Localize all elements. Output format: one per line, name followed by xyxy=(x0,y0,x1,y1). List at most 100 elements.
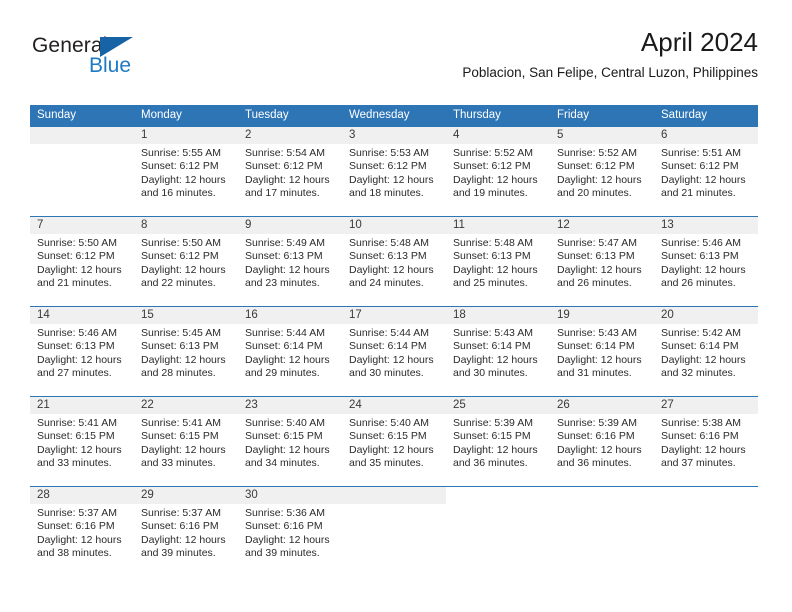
daylight-text: Daylight: 12 hours and 18 minutes. xyxy=(349,173,434,200)
daylight-text: Daylight: 12 hours and 34 minutes. xyxy=(245,443,330,470)
day-cell[interactable]: 4 Sunrise: 5:52 AM Sunset: 6:12 PM Daylight… xyxy=(446,127,550,216)
daylight-text: Daylight: 12 hours and 36 minutes. xyxy=(557,443,642,470)
day-cell[interactable]: 1 Sunrise: 5:55 AM Sunset: 6:12 PM Daylight… xyxy=(134,127,238,216)
day-cell[interactable]: 2 Sunrise: 5:54 AM Sunset: 6:12 PM Daylight… xyxy=(238,127,342,216)
calendar-week-row: 14 Sunrise: 5:46 AM Sunset: 6:13 PM Dayligh… xyxy=(30,306,758,397)
page-subtitle: Poblacion, San Felipe, Central Luzon, Ph… xyxy=(462,65,758,80)
sunrise-text: Sunrise: 5:40 AM xyxy=(349,417,429,429)
sunset-text: Sunset: 6:13 PM xyxy=(349,250,427,263)
day-details: Sunrise: 5:54 AM Sunset: 6:12 PM Daylight:… xyxy=(238,144,342,201)
sunrise-text: Sunrise: 5:44 AM xyxy=(245,327,325,339)
sunrise-text: Sunrise: 5:37 AM xyxy=(141,507,221,519)
calendar-week-row: 1 Sunrise: 5:55 AM Sunset: 6:12 PM Daylight… xyxy=(30,126,758,217)
sunset-text: Sunset: 6:14 PM xyxy=(245,340,323,353)
day-cell[interactable]: 21 Sunrise: 5:41 AM Sunset: 6:15 PM Dayligh… xyxy=(30,397,134,486)
daylight-text: Daylight: 12 hours and 30 minutes. xyxy=(453,353,538,380)
sunrise-text: Sunrise: 5:42 AM xyxy=(661,327,741,339)
general-blue-logo[interactable]: General Blue xyxy=(32,34,162,82)
day-cell-empty xyxy=(654,487,758,576)
calendar-header-row: Sunday Monday Tuesday Wednesday Thursday Frid… xyxy=(30,105,758,127)
sunrise-text: Sunrise: 5:50 AM xyxy=(141,237,221,249)
day-number xyxy=(342,487,446,504)
day-cell[interactable]: 30 Sunrise: 5:36 AM Sunset: 6:16 PM Dayligh… xyxy=(238,487,342,576)
day-cell[interactable]: 15 Sunrise: 5:45 AM Sunset: 6:13 PM Dayligh… xyxy=(134,307,238,396)
sunset-text: Sunset: 6:13 PM xyxy=(453,250,531,263)
day-cell[interactable]: 6 Sunrise: 5:51 AM Sunset: 6:12 PM Daylight… xyxy=(654,127,758,216)
day-cell[interactable]: 25 Sunrise: 5:39 AM Sunset: 6:15 PM Dayligh… xyxy=(446,397,550,486)
sunrise-text: Sunrise: 5:37 AM xyxy=(37,507,117,519)
day-cell[interactable]: 18 Sunrise: 5:43 AM Sunset: 6:14 PM Dayligh… xyxy=(446,307,550,396)
sunset-text: Sunset: 6:16 PM xyxy=(37,520,115,533)
day-details: Sunrise: 5:44 AM Sunset: 6:14 PM Daylight:… xyxy=(238,324,342,381)
day-number: 30 xyxy=(238,487,342,504)
day-cell[interactable]: 9 Sunrise: 5:49 AM Sunset: 6:13 PM Daylight… xyxy=(238,217,342,306)
daylight-text: Daylight: 12 hours and 36 minutes. xyxy=(453,443,538,470)
day-number xyxy=(654,487,758,504)
day-cell[interactable]: 8 Sunrise: 5:50 AM Sunset: 6:12 PM Daylight… xyxy=(134,217,238,306)
daylight-text: Daylight: 12 hours and 30 minutes. xyxy=(349,353,434,380)
sunset-text: Sunset: 6:16 PM xyxy=(245,520,323,533)
day-cell[interactable]: 24 Sunrise: 5:40 AM Sunset: 6:15 PM Dayligh… xyxy=(342,397,446,486)
sunrise-text: Sunrise: 5:52 AM xyxy=(453,147,533,159)
sunrise-text: Sunrise: 5:50 AM xyxy=(37,237,117,249)
sunrise-text: Sunrise: 5:53 AM xyxy=(349,147,429,159)
daylight-text: Daylight: 12 hours and 28 minutes. xyxy=(141,353,226,380)
day-cell[interactable]: 28 Sunrise: 5:37 AM Sunset: 6:16 PM Dayligh… xyxy=(30,487,134,576)
day-number: 19 xyxy=(550,307,654,324)
daylight-text: Daylight: 12 hours and 23 minutes. xyxy=(245,263,330,290)
sunrise-text: Sunrise: 5:44 AM xyxy=(349,327,429,339)
day-cell[interactable]: 16 Sunrise: 5:44 AM Sunset: 6:14 PM Dayligh… xyxy=(238,307,342,396)
day-number: 7 xyxy=(30,217,134,234)
calendar-table: Sunday Monday Tuesday Wednesday Thursday Frid… xyxy=(30,105,758,576)
day-details: Sunrise: 5:45 AM Sunset: 6:13 PM Daylight:… xyxy=(134,324,238,381)
day-cell[interactable]: 19 Sunrise: 5:43 AM Sunset: 6:14 PM Dayligh… xyxy=(550,307,654,396)
day-cell[interactable]: 13 Sunrise: 5:46 AM Sunset: 6:13 PM Dayligh… xyxy=(654,217,758,306)
daylight-text: Daylight: 12 hours and 19 minutes. xyxy=(453,173,538,200)
sunset-text: Sunset: 6:12 PM xyxy=(661,160,739,173)
day-details: Sunrise: 5:48 AM Sunset: 6:13 PM Daylight:… xyxy=(446,234,550,291)
day-details: Sunrise: 5:37 AM Sunset: 6:16 PM Daylight:… xyxy=(30,504,134,561)
daylight-text: Daylight: 12 hours and 39 minutes. xyxy=(245,533,330,560)
day-number: 11 xyxy=(446,217,550,234)
daylight-text: Daylight: 12 hours and 38 minutes. xyxy=(37,533,122,560)
weekday-header-thursday: Thursday xyxy=(446,105,550,127)
day-details: Sunrise: 5:53 AM Sunset: 6:12 PM Daylight:… xyxy=(342,144,446,201)
day-details: Sunrise: 5:40 AM Sunset: 6:15 PM Daylight:… xyxy=(238,414,342,471)
calendar-week-row: 21 Sunrise: 5:41 AM Sunset: 6:15 PM Dayligh… xyxy=(30,396,758,487)
day-cell[interactable]: 14 Sunrise: 5:46 AM Sunset: 6:13 PM Dayligh… xyxy=(30,307,134,396)
day-cell[interactable]: 29 Sunrise: 5:37 AM Sunset: 6:16 PM Dayligh… xyxy=(134,487,238,576)
day-number: 13 xyxy=(654,217,758,234)
daylight-text: Daylight: 12 hours and 27 minutes. xyxy=(37,353,122,380)
day-cell[interactable]: 22 Sunrise: 5:41 AM Sunset: 6:15 PM Dayligh… xyxy=(134,397,238,486)
day-number: 23 xyxy=(238,397,342,414)
day-cell[interactable]: 7 Sunrise: 5:50 AM Sunset: 6:12 PM Daylight… xyxy=(30,217,134,306)
day-number: 17 xyxy=(342,307,446,324)
day-cell[interactable]: 17 Sunrise: 5:44 AM Sunset: 6:14 PM Dayligh… xyxy=(342,307,446,396)
day-cell[interactable]: 23 Sunrise: 5:40 AM Sunset: 6:15 PM Dayligh… xyxy=(238,397,342,486)
day-cell[interactable]: 11 Sunrise: 5:48 AM Sunset: 6:13 PM Dayligh… xyxy=(446,217,550,306)
day-number: 24 xyxy=(342,397,446,414)
day-cell[interactable]: 5 Sunrise: 5:52 AM Sunset: 6:12 PM Daylight… xyxy=(550,127,654,216)
sunrise-text: Sunrise: 5:45 AM xyxy=(141,327,221,339)
day-cell-empty xyxy=(446,487,550,576)
day-cell[interactable]: 27 Sunrise: 5:38 AM Sunset: 6:16 PM Dayligh… xyxy=(654,397,758,486)
day-number: 4 xyxy=(446,127,550,144)
sunrise-text: Sunrise: 5:55 AM xyxy=(141,147,221,159)
daylight-text: Daylight: 12 hours and 22 minutes. xyxy=(141,263,226,290)
day-cell[interactable]: 12 Sunrise: 5:47 AM Sunset: 6:13 PM Dayligh… xyxy=(550,217,654,306)
sunset-text: Sunset: 6:12 PM xyxy=(245,160,323,173)
day-details: Sunrise: 5:51 AM Sunset: 6:12 PM Daylight:… xyxy=(654,144,758,201)
day-cell[interactable]: 26 Sunrise: 5:39 AM Sunset: 6:16 PM Dayligh… xyxy=(550,397,654,486)
day-cell[interactable]: 3 Sunrise: 5:53 AM Sunset: 6:12 PM Daylight… xyxy=(342,127,446,216)
day-cell[interactable]: 20 Sunrise: 5:42 AM Sunset: 6:14 PM Dayligh… xyxy=(654,307,758,396)
sunrise-text: Sunrise: 5:43 AM xyxy=(453,327,533,339)
daylight-text: Daylight: 12 hours and 31 minutes. xyxy=(557,353,642,380)
day-details: Sunrise: 5:50 AM Sunset: 6:12 PM Daylight:… xyxy=(30,234,134,291)
calendar-body: 1 Sunrise: 5:55 AM Sunset: 6:12 PM Daylight… xyxy=(30,126,758,576)
day-details: Sunrise: 5:39 AM Sunset: 6:15 PM Daylight:… xyxy=(446,414,550,471)
sunset-text: Sunset: 6:14 PM xyxy=(453,340,531,353)
day-details: Sunrise: 5:37 AM Sunset: 6:16 PM Daylight:… xyxy=(134,504,238,561)
sunset-text: Sunset: 6:12 PM xyxy=(453,160,531,173)
day-cell[interactable]: 10 Sunrise: 5:48 AM Sunset: 6:13 PM Dayligh… xyxy=(342,217,446,306)
day-details: Sunrise: 5:39 AM Sunset: 6:16 PM Daylight:… xyxy=(550,414,654,471)
